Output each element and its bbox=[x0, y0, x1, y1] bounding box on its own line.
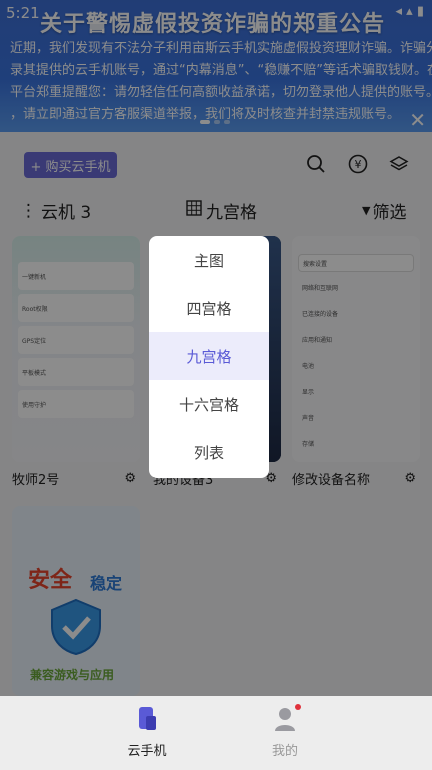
menu-item-list[interactable]: 列表 bbox=[149, 428, 269, 476]
nav-label: 云手机 bbox=[127, 744, 167, 759]
nav-mine[interactable]: 我的 bbox=[245, 704, 325, 759]
nav-cloud-phone[interactable]: 云手机 bbox=[107, 706, 187, 759]
view-mode-menu: 主图 四宫格 九宫格 十六宫格 列表 bbox=[149, 236, 269, 478]
phone-icon bbox=[136, 706, 158, 736]
menu-item-sixteen-grid[interactable]: 十六宫格 bbox=[149, 380, 269, 428]
nav-label: 我的 bbox=[271, 744, 298, 759]
menu-item-nine-grid[interactable]: 九宫格 bbox=[149, 332, 269, 380]
bottom-nav: 云手机 我的 bbox=[0, 696, 432, 770]
user-icon bbox=[273, 704, 301, 736]
menu-item-four-grid[interactable]: 四宫格 bbox=[149, 284, 269, 332]
menu-item-main[interactable]: 主图 bbox=[149, 236, 269, 284]
notification-dot bbox=[295, 704, 301, 710]
